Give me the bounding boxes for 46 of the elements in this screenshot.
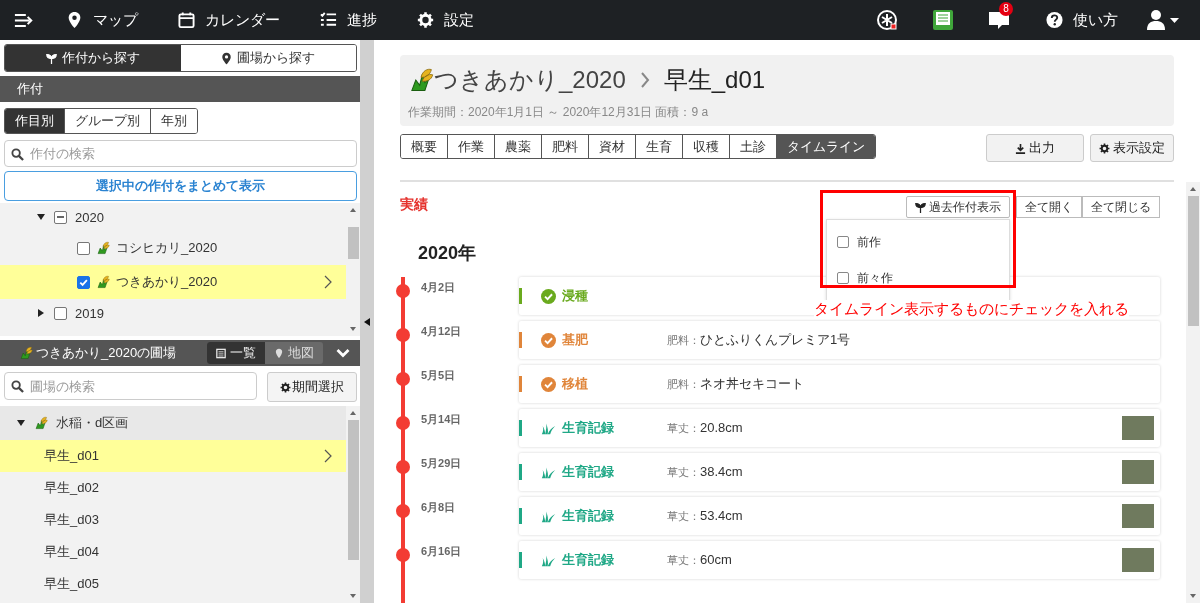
event-title: 生育記録 [562,463,615,481]
event-title: 生育記録 [562,507,615,525]
event-title: 基肥 [562,331,589,349]
year-label: 2020 [75,209,104,225]
field-group-label: 水稲・d区画 [56,414,129,432]
annotation-text: タイムライン表示するものにチェックを入れる [814,300,1129,319]
year-heading: 2020年 [418,242,477,265]
detail-value: 20.8cm [700,420,743,435]
field-name: 早生_d01 [44,447,99,465]
year-label: 2019 [75,305,104,321]
event-date: 6月8日 [421,500,457,515]
event-title: 生育記録 [562,551,615,569]
detail-label: 肥料： [667,377,700,392]
detail-label: 草丈： [667,553,700,568]
detail-value: 38.4cm [700,464,743,479]
event-date: 5月29日 [421,456,463,471]
event-date: 4月2日 [421,280,457,295]
event-date: 6月16日 [421,544,463,559]
detail-value: ネオ丼セキコート [700,375,804,393]
detail-label: 肥料： [667,333,700,348]
detail-value: ひとふりくんプレミア1号 [700,331,851,349]
notification-badge: 8 [999,2,1013,16]
field-name: 早生_d05 [44,575,99,593]
option-label: 前作 [857,233,881,251]
detail-label: 草丈： [667,421,700,436]
event-date: 4月12日 [421,324,463,339]
option-label: 前々作 [857,269,893,287]
event-title: 移植 [562,375,589,393]
event-date: 5月5日 [421,368,457,383]
field-name: 早生_d03 [44,511,99,529]
breadcrumb-item: 早生_d01 [663,65,766,95]
crop-name: コシヒカリ_2020 [116,239,218,257]
field-name: 早生_d02 [44,479,99,497]
detail-value: 60cm [700,552,732,567]
detail-label: 草丈： [667,465,700,480]
section-label: 実績 [400,196,428,214]
event-title: 生育記録 [562,419,615,437]
event-title: 浸種 [562,287,589,305]
crop-period-info: 作業期間：2020年1月1日 ～ 2020年12月31日 面積：9 a [408,104,710,121]
detail-label: 草丈： [667,509,700,524]
section-title: つきあかり_2020の圃場 [36,344,178,362]
detail-value: 53.4cm [700,508,743,523]
crop-name: つきあかり_2020 [116,273,218,291]
field-name: 早生_d04 [44,543,99,561]
event-date: 5月14日 [421,412,463,427]
section-title: 作付 [17,80,43,98]
